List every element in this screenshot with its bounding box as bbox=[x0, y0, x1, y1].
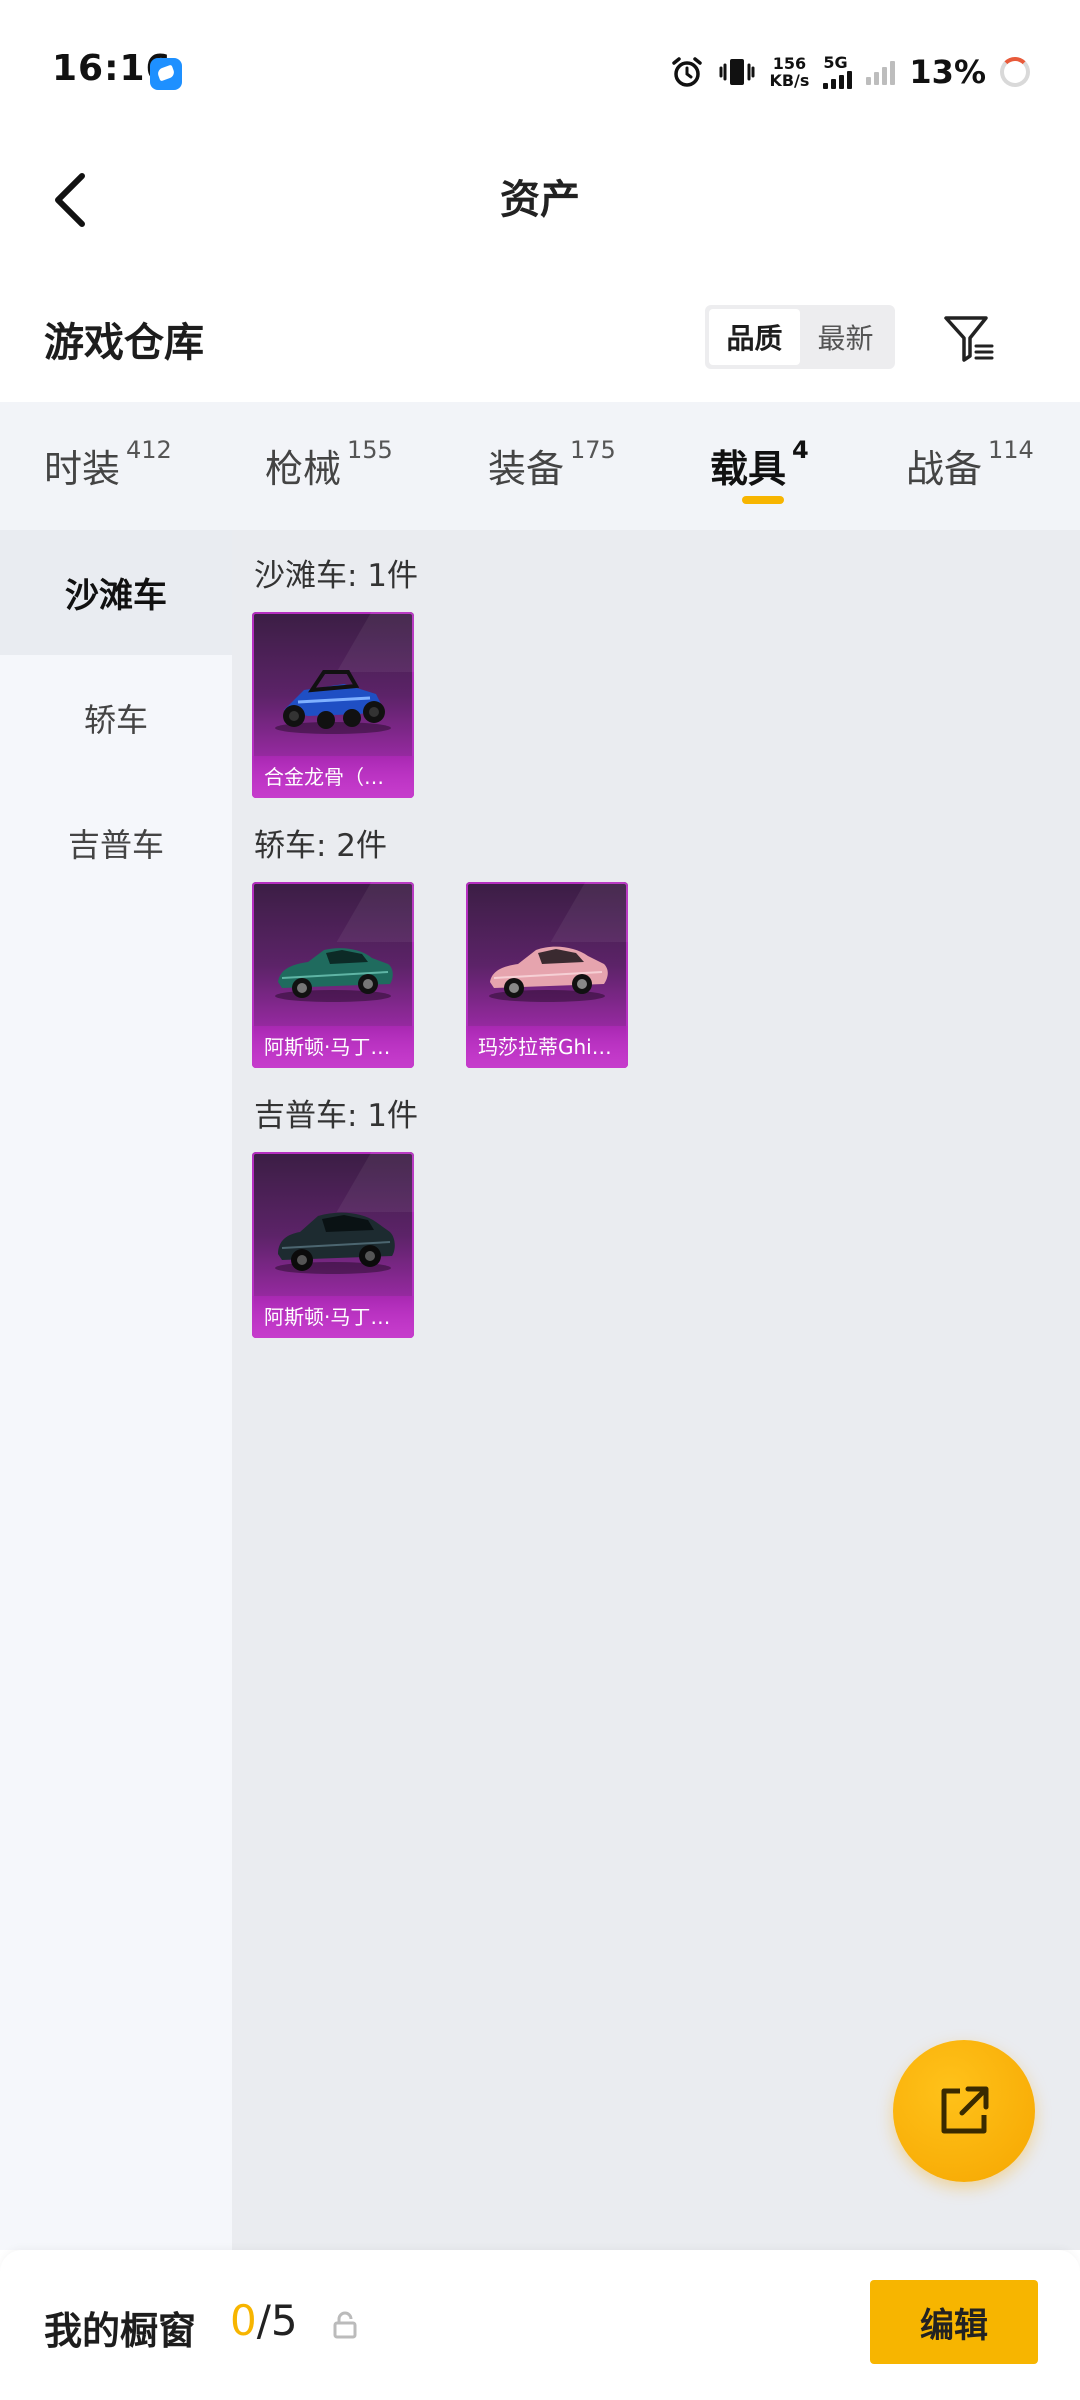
tab-label: 枪械 bbox=[265, 447, 342, 491]
sedan-pink-image bbox=[489, 946, 608, 1002]
signal-bars-icon bbox=[823, 71, 853, 89]
vehicle-name: 玛莎拉蒂Ghi… bbox=[466, 1026, 628, 1068]
network-type: 5G bbox=[823, 53, 848, 72]
tab-label: 载具 bbox=[710, 447, 787, 491]
lock-icon bbox=[333, 2311, 357, 2339]
sort-option-quality[interactable]: 品质 bbox=[709, 309, 800, 365]
status-icons: 156 KB/s 5G 13% bbox=[669, 50, 1030, 94]
showcase-total: /5 bbox=[256, 2296, 298, 2345]
sort-toggle: 品质 最新 bbox=[705, 305, 895, 369]
tab-supplies[interactable]: 战备 114 bbox=[906, 436, 1034, 493]
net-speed-value: 156 bbox=[772, 54, 807, 73]
back-icon bbox=[55, 173, 85, 227]
tab-guns[interactable]: 枪械 155 bbox=[265, 436, 393, 493]
asset-tabs: 时装 412 枪械 155 装备 175 载具 4 战备 114 bbox=[0, 402, 1080, 530]
active-tab-indicator bbox=[742, 496, 784, 504]
battery-level: 13% bbox=[909, 53, 986, 91]
warehouse-title: 游戏仓库 bbox=[44, 320, 204, 366]
battery-icon bbox=[1000, 57, 1030, 87]
tab-count: 155 bbox=[347, 436, 393, 464]
filter-icon bbox=[944, 316, 994, 362]
showcase-count: 0/5 bbox=[230, 2296, 298, 2345]
vehicle-name: 合金龙骨（… bbox=[252, 756, 414, 798]
vehicle-name: 阿斯顿·马丁… bbox=[252, 1026, 414, 1068]
status-bar: 16:16 156 KB/s 5G 13% bbox=[0, 0, 1080, 140]
tab-count: 175 bbox=[570, 436, 616, 464]
vehicle-card[interactable]: 玛莎拉蒂Ghi… bbox=[466, 882, 628, 1068]
back-button[interactable] bbox=[30, 150, 110, 250]
signal-bars-sim2-icon bbox=[866, 59, 896, 85]
group-label-sedan: 轿车: 2件 bbox=[254, 828, 388, 864]
tab-vehicles[interactable]: 载具 4 bbox=[710, 436, 809, 493]
sort-option-newest[interactable]: 最新 bbox=[800, 309, 891, 365]
category-beach-buggy[interactable]: 沙滩车 bbox=[0, 530, 232, 655]
category-nav: 沙滩车 轿车 吉普车 bbox=[0, 530, 232, 2250]
suv-image bbox=[275, 1212, 395, 1274]
tab-label: 时装 bbox=[44, 447, 121, 491]
vehicle-card[interactable]: 阿斯顿·马丁… bbox=[252, 1152, 414, 1338]
filter-button[interactable] bbox=[940, 308, 1000, 368]
tab-count: 114 bbox=[988, 436, 1034, 464]
group-label-beach-buggy: 沙滩车: 1件 bbox=[254, 558, 419, 594]
tab-label: 战备 bbox=[906, 447, 983, 491]
vehicle-card[interactable]: 合金龙骨（… bbox=[252, 612, 414, 798]
share-button[interactable] bbox=[893, 2040, 1035, 2182]
tab-label: 装备 bbox=[488, 447, 565, 491]
tab-count: 4 bbox=[792, 436, 809, 464]
net-speed-unit: KB/s bbox=[769, 71, 810, 90]
category-jeep[interactable]: 吉普车 bbox=[0, 780, 232, 905]
edit-button[interactable]: 编辑 bbox=[870, 2280, 1038, 2364]
vehicle-list: 沙滩车: 1件 合金龙骨（… 轿车: 2件 阿斯顿·马丁… 玛莎拉蒂Ghi… 吉… bbox=[232, 530, 1080, 2250]
showcase-bar: 我的橱窗 0/5 编辑 bbox=[0, 2250, 1080, 2400]
vehicle-name: 阿斯顿·马丁… bbox=[252, 1296, 414, 1338]
app-notification-icon bbox=[150, 58, 182, 90]
group-label-jeep: 吉普车: 1件 bbox=[254, 1098, 419, 1134]
showcase-label: 我的橱窗 bbox=[44, 2309, 197, 2353]
buggy-image bbox=[275, 670, 391, 734]
tab-equipment[interactable]: 装备 175 bbox=[488, 436, 616, 493]
vehicle-card[interactable]: 阿斯顿·马丁… bbox=[252, 882, 414, 1068]
category-sedan[interactable]: 轿车 bbox=[0, 655, 232, 780]
page-title: 资产 bbox=[500, 177, 580, 223]
signal-5g: 5G bbox=[823, 53, 853, 89]
showcase-current: 0 bbox=[230, 2296, 257, 2345]
header: 资产 bbox=[0, 140, 1080, 260]
vibrate-icon bbox=[719, 59, 755, 85]
tab-fashion[interactable]: 时装 412 bbox=[44, 436, 172, 493]
net-speed: 156 KB/s bbox=[769, 55, 809, 89]
sedan-green-image bbox=[275, 948, 393, 1002]
tab-count: 412 bbox=[126, 436, 172, 464]
share-icon bbox=[941, 2086, 989, 2134]
alarm-icon bbox=[672, 57, 703, 87]
